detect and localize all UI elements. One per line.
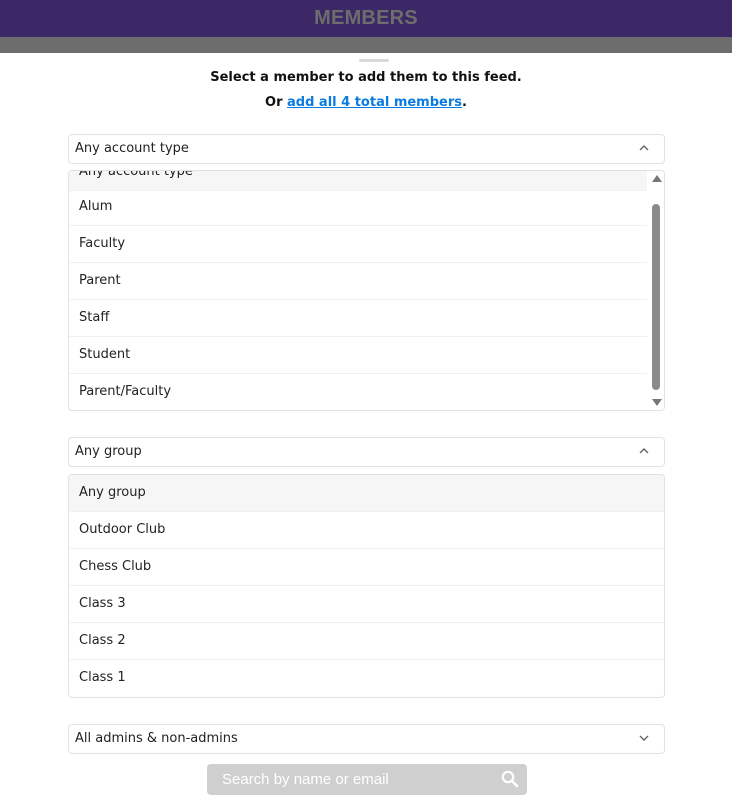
add-all-line: Or add all 4 total members. bbox=[0, 95, 732, 110]
account-type-value: Any account type bbox=[75, 141, 189, 156]
option-parent-faculty[interactable]: Parent/Faculty bbox=[69, 374, 647, 410]
search-input[interactable] bbox=[207, 764, 487, 795]
option-any-account-type[interactable]: Any account type bbox=[69, 171, 647, 191]
option-any-group[interactable]: Any group bbox=[69, 475, 664, 512]
add-all-suffix: . bbox=[462, 95, 467, 110]
group-select[interactable]: Any group bbox=[68, 437, 665, 467]
option-class-3[interactable]: Class 3 bbox=[69, 586, 664, 623]
group-value: Any group bbox=[75, 444, 142, 459]
admin-filter-value: All admins & non-admins bbox=[75, 731, 238, 746]
option-parent[interactable]: Parent bbox=[69, 263, 647, 300]
page-title: MEMBERS bbox=[314, 7, 418, 29]
chevron-up-icon bbox=[639, 145, 649, 151]
search-icon[interactable] bbox=[501, 770, 519, 788]
account-type-select[interactable]: Any account type bbox=[68, 134, 665, 164]
listbox-scrollbar[interactable] bbox=[648, 171, 664, 410]
option-student[interactable]: Student bbox=[69, 337, 647, 374]
group-listbox[interactable]: Any group Outdoor Club Chess Club Class … bbox=[68, 474, 665, 698]
header-bar: MEMBERS bbox=[0, 0, 732, 37]
add-all-members-link[interactable]: add all 4 total members bbox=[287, 95, 462, 110]
admin-filter-select[interactable]: All admins & non-admins bbox=[68, 724, 665, 754]
instruction-text: Select a member to add them to this feed… bbox=[210, 70, 522, 85]
scrollbar-thumb[interactable] bbox=[652, 204, 660, 390]
search-box[interactable] bbox=[207, 764, 527, 795]
option-class-1[interactable]: Class 1 bbox=[69, 660, 664, 697]
option-staff[interactable]: Staff bbox=[69, 300, 647, 337]
add-all-prefix: Or bbox=[265, 95, 288, 110]
chevron-up-icon bbox=[639, 448, 649, 454]
account-type-listbox[interactable]: Any account type Alum Faculty Parent Sta… bbox=[68, 170, 665, 411]
chevron-down-icon bbox=[639, 735, 649, 741]
option-outdoor-club[interactable]: Outdoor Club bbox=[69, 512, 664, 549]
header-subbar bbox=[0, 37, 732, 53]
option-class-2[interactable]: Class 2 bbox=[69, 623, 664, 660]
scroll-up-arrow-icon[interactable] bbox=[652, 175, 662, 182]
option-alum[interactable]: Alum bbox=[69, 189, 647, 226]
drag-handle[interactable] bbox=[359, 59, 389, 62]
option-faculty[interactable]: Faculty bbox=[69, 226, 647, 263]
scroll-down-arrow-icon[interactable] bbox=[652, 399, 662, 406]
option-chess-club[interactable]: Chess Club bbox=[69, 549, 664, 586]
